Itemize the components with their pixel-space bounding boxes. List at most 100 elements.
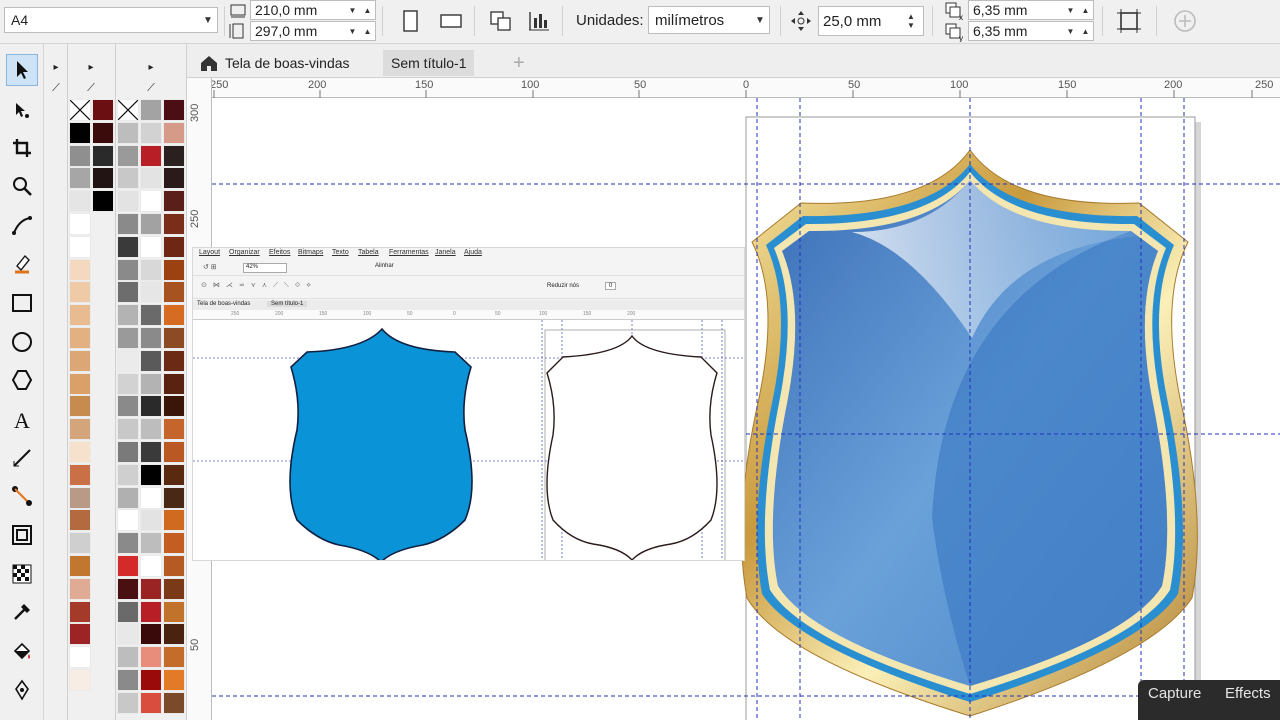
color-swatch[interactable]: [140, 463, 162, 486]
color-swatch[interactable]: [69, 555, 91, 577]
color-swatch[interactable]: [140, 235, 162, 258]
color-swatch[interactable]: [117, 646, 139, 669]
color-swatch[interactable]: [163, 190, 185, 213]
palette-arrow-icon[interactable]: ▸: [140, 62, 162, 73]
color-swatch[interactable]: [117, 144, 139, 167]
color-swatch[interactable]: [92, 190, 114, 213]
duplicate-y-field[interactable]: 6,35 mm ▼ ▲: [968, 21, 1094, 41]
color-swatch[interactable]: [140, 577, 162, 600]
color-swatch[interactable]: [163, 281, 185, 304]
color-swatch[interactable]: [117, 213, 139, 235]
palette-arrow-icon[interactable]: ▸: [45, 62, 67, 73]
color-swatch[interactable]: [69, 349, 91, 372]
landscape-icon[interactable]: [436, 6, 466, 36]
text-tool-icon[interactable]: A: [6, 404, 38, 436]
color-swatch[interactable]: [163, 258, 185, 281]
color-swatch[interactable]: [117, 691, 139, 714]
color-swatch[interactable]: [163, 418, 185, 441]
duplicate-x-field[interactable]: 6,35 mm ▼ ▲: [968, 0, 1094, 20]
color-swatch[interactable]: [69, 646, 91, 669]
color-swatch[interactable]: [69, 190, 91, 213]
pick-tool-icon[interactable]: [6, 54, 38, 86]
color-swatch[interactable]: [69, 441, 91, 463]
color-swatch[interactable]: [163, 395, 185, 418]
color-swatch[interactable]: [163, 532, 185, 555]
page-height-field[interactable]: 297,0 mm ▼ ▲: [250, 21, 376, 41]
color-swatch[interactable]: [69, 167, 91, 190]
color-swatch[interactable]: [163, 349, 185, 372]
color-swatch[interactable]: [140, 486, 162, 509]
color-swatch[interactable]: [163, 372, 185, 395]
color-swatch[interactable]: [69, 623, 91, 646]
color-swatch[interactable]: [117, 167, 139, 190]
color-swatch[interactable]: [117, 121, 139, 144]
no-color-swatch[interactable]: [117, 99, 139, 121]
color-swatch[interactable]: [92, 121, 114, 144]
color-swatch[interactable]: [163, 623, 185, 646]
color-swatch[interactable]: [117, 372, 139, 395]
color-swatch[interactable]: [140, 281, 162, 304]
color-swatch[interactable]: [163, 669, 185, 691]
color-swatch[interactable]: [69, 281, 91, 304]
color-swatch[interactable]: [117, 190, 139, 213]
color-swatch[interactable]: [69, 121, 91, 144]
color-swatch[interactable]: [69, 395, 91, 418]
color-swatch[interactable]: [117, 532, 139, 555]
page-width-field[interactable]: 210,0 mm ▼ ▲: [250, 0, 376, 20]
color-swatch[interactable]: [163, 441, 185, 463]
color-swatch[interactable]: [140, 441, 162, 463]
color-swatch[interactable]: [140, 258, 162, 281]
page-size-select[interactable]: A4 ▼: [4, 7, 218, 33]
crop-tool-icon[interactable]: [6, 132, 38, 164]
color-swatch[interactable]: [69, 258, 91, 281]
color-swatch[interactable]: [140, 669, 162, 691]
color-swatch[interactable]: [69, 509, 91, 532]
color-swatch[interactable]: [117, 441, 139, 463]
color-swatch[interactable]: [163, 213, 185, 235]
color-swatch[interactable]: [92, 99, 114, 121]
spinner-icon[interactable]: ▼ ▲: [1063, 6, 1093, 15]
color-swatch[interactable]: [69, 304, 91, 327]
zoom-tool-icon[interactable]: [6, 170, 38, 202]
eyedropper-small-icon[interactable]: ⟋: [140, 82, 162, 95]
polygon-tool-icon[interactable]: [6, 364, 38, 396]
color-swatch[interactable]: [163, 600, 185, 623]
color-swatch[interactable]: [117, 463, 139, 486]
color-swatch[interactable]: [69, 213, 91, 235]
color-swatch[interactable]: [140, 418, 162, 441]
color-swatch[interactable]: [140, 190, 162, 213]
connector-tool-icon[interactable]: [6, 480, 38, 512]
color-swatch[interactable]: [92, 144, 114, 167]
color-swatch[interactable]: [163, 577, 185, 600]
color-swatch[interactable]: [117, 600, 139, 623]
effects-button[interactable]: Effects: [1225, 685, 1271, 702]
transparency-tool-icon[interactable]: [6, 558, 38, 590]
color-swatch[interactable]: [69, 577, 91, 600]
tab-welcome[interactable]: Tela de boas-vindas: [191, 50, 358, 76]
portrait-icon[interactable]: [396, 6, 426, 36]
artistic-media-icon[interactable]: [6, 247, 38, 279]
color-swatch[interactable]: [69, 669, 91, 691]
freehand-tool-icon[interactable]: [6, 209, 38, 241]
eyedropper-small-icon[interactable]: ⟋: [45, 82, 67, 95]
color-swatch[interactable]: [163, 235, 185, 258]
nudge-field[interactable]: 25,0 mm ▲ ▼: [818, 6, 924, 36]
color-swatch[interactable]: [69, 235, 91, 258]
color-swatch[interactable]: [163, 144, 185, 167]
color-swatch[interactable]: [140, 99, 162, 121]
page-border-icon[interactable]: [1114, 6, 1144, 36]
color-swatch[interactable]: [117, 418, 139, 441]
color-swatch[interactable]: [140, 144, 162, 167]
shape-tool-icon[interactable]: [6, 94, 38, 126]
color-swatch[interactable]: [117, 577, 139, 600]
color-swatch[interactable]: [117, 669, 139, 691]
horizontal-ruler[interactable]: 250 200 150 100 50 0 50 100 150 200 250: [210, 78, 1280, 98]
color-swatch[interactable]: [163, 463, 185, 486]
eyedropper-tool-icon[interactable]: [6, 596, 38, 628]
color-swatch[interactable]: [117, 395, 139, 418]
all-pages-icon[interactable]: [486, 6, 516, 36]
color-swatch[interactable]: [140, 691, 162, 714]
spinner-icon[interactable]: ▲ ▼: [907, 12, 923, 30]
color-swatch[interactable]: [163, 486, 185, 509]
color-swatch[interactable]: [117, 327, 139, 349]
